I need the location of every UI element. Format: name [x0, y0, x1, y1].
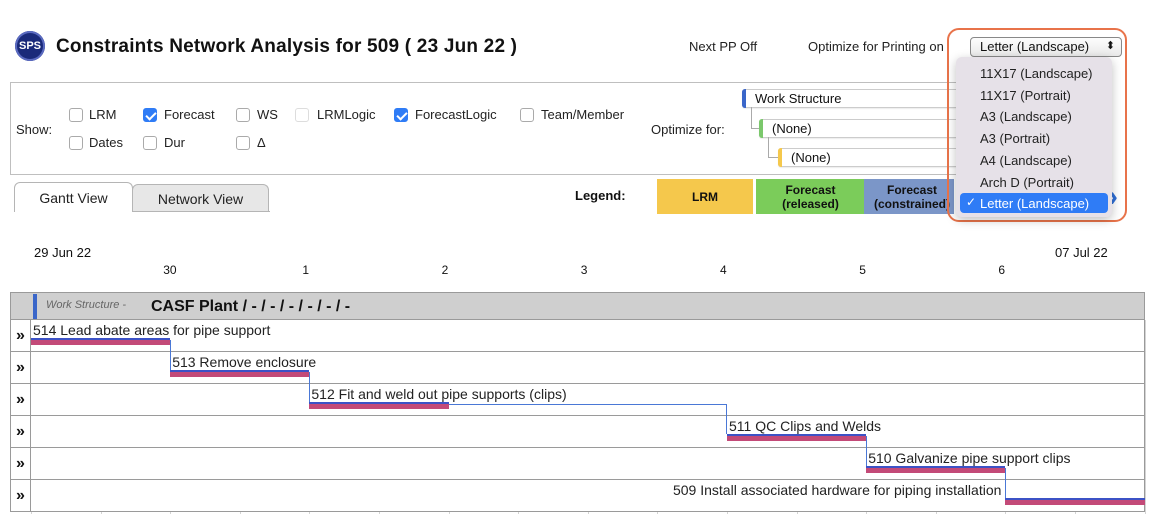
task-label: 511 QC Clips and Welds	[729, 418, 881, 434]
optimize-select-3[interactable]: (None)	[778, 148, 967, 167]
optimize-printing-label: Optimize for Printing on	[808, 39, 944, 54]
dropdown-option-label: A4 (Landscape)	[980, 152, 1072, 168]
sps-logo: SPS	[15, 31, 45, 61]
timeline-tick: 6	[998, 263, 1006, 277]
dependency-connector	[1005, 468, 1007, 498]
dropdown-option[interactable]: Arch D (Portrait)	[960, 172, 1108, 192]
checkbox-forecastlogic-label: ForecastLogic	[415, 107, 497, 122]
checkbox-delta-label: Δ	[257, 135, 266, 150]
legend-forecast-constrained-label: Forecast (constrained)	[874, 182, 951, 211]
timeline-tick: 2	[441, 263, 449, 277]
dropdown-option[interactable]: 11X17 (Portrait)	[960, 85, 1108, 105]
optimize-select-1[interactable]: Work Structure	[742, 89, 967, 108]
dropdown-option[interactable]: A3 (Portrait)	[960, 128, 1108, 148]
optimize-color-bar	[759, 119, 763, 138]
checkbox-lrmlogic-label: LRMLogic	[317, 107, 376, 122]
task-bar[interactable]	[727, 434, 867, 441]
dropdown-option-label: A3 (Landscape)	[980, 109, 1072, 125]
work-structure-name: CASF Plant / - / - / - / - / - / -	[151, 298, 351, 315]
page-title: Constraints Network Analysis for 509 ( 2…	[56, 36, 518, 57]
checkbox-dates-label: Dates	[89, 135, 123, 150]
optimize-color-bar	[742, 89, 746, 108]
task-label: 509 Install associated hardware for pipi…	[672, 482, 1002, 498]
checkbox-lrm[interactable]	[69, 108, 83, 122]
legend-label: Legend:	[575, 188, 626, 203]
checkbox-team-member[interactable]	[520, 108, 534, 122]
show-options-panel: Show: LRM Forecast WS LRMLogic ForecastL…	[10, 82, 970, 175]
expand-icon[interactable]: »	[11, 384, 31, 415]
dropdown-option-label: 11X17 (Landscape)	[980, 66, 1093, 81]
print-format-dropdown-menu: 11X17 (Landscape) 11X17 (Portrait) A3 (Lan…	[956, 57, 1112, 217]
timeline-start-date: 29 Jun 22	[34, 245, 92, 260]
checkbox-dur-label: Dur	[164, 135, 185, 150]
legend-forecast-constrained: Forecast (constrained)	[864, 179, 954, 214]
expand-icon[interactable]: »	[11, 320, 31, 351]
tab-divider	[132, 211, 270, 212]
dropdown-option-label: A3 (Portrait)	[980, 131, 1051, 147]
task-label: 510 Galvanize pipe support clips	[868, 450, 1071, 466]
dropdown-option-label: Arch D (Portrait)	[980, 174, 1074, 190]
checkbox-forecast-label: Forecast	[164, 107, 215, 122]
task-bar[interactable]	[31, 338, 171, 345]
expand-icon[interactable]: »	[11, 352, 31, 383]
timeline-end-date: 07 Jul 22	[1055, 245, 1108, 260]
checkbox-forecast[interactable]	[143, 108, 157, 122]
dropdown-option-label: Letter (Landscape)	[980, 196, 1090, 212]
dependency-connector	[170, 340, 172, 370]
expand-icon[interactable]: »	[11, 416, 31, 447]
legend-lrm-label: LRM	[692, 189, 718, 204]
show-label: Show:	[16, 122, 53, 137]
dropdown-option[interactable]: A4 (Landscape)	[960, 150, 1108, 170]
checkbox-ws-label: WS	[257, 107, 278, 122]
task-label: 514 Lead abate areas for pipe support	[33, 322, 271, 338]
optimize-select-2-label: (None)	[772, 121, 812, 136]
timeline-tick: 4	[720, 263, 727, 277]
work-structure-prefix: Work Structure -	[46, 299, 127, 311]
timeline-tick: 3	[580, 263, 588, 277]
task-label: 512 Fit and weld out pipe supports (clip…	[311, 386, 567, 402]
dropdown-option[interactable]: A3 (Landscape)	[960, 106, 1108, 126]
gantt-chart: Work Structure - CASF Plant / - / - / - …	[10, 292, 1146, 517]
optimize-connector	[751, 107, 759, 129]
optimize-select-2[interactable]: (None)	[759, 119, 967, 138]
tab-network-view[interactable]: Network View	[132, 184, 269, 212]
task-bar[interactable]	[1005, 498, 1145, 505]
checkbox-dates[interactable]	[69, 136, 83, 150]
legend-lrm: LRM	[657, 179, 753, 214]
dropdown-option[interactable]: 11X17 (Landscape)	[960, 63, 1108, 83]
optimize-for-label: Optimize for:	[651, 122, 725, 137]
tab-gantt-view[interactable]: Gantt View	[14, 182, 133, 212]
timeline-tick: 1	[302, 263, 310, 277]
timeline-tick: 30	[163, 263, 177, 277]
optimize-select-3-label: (None)	[791, 150, 831, 165]
task-bar[interactable]	[866, 466, 1006, 473]
next-pp-toggle[interactable]: Next PP Off	[689, 39, 757, 54]
optimize-select-1-label: Work Structure	[755, 91, 842, 106]
task-label: 513 Remove enclosure	[172, 354, 317, 370]
checkbox-delta[interactable]	[236, 136, 250, 150]
dropdown-option[interactable]: ✓ Letter (Landscape)	[960, 193, 1108, 214]
task-bar[interactable]	[170, 370, 310, 377]
checkbox-lrmlogic[interactable]	[295, 108, 309, 122]
expand-icon[interactable]: »	[11, 448, 31, 479]
timeline-tick: 5	[859, 263, 866, 277]
optimize-color-bar	[778, 148, 782, 167]
expand-icon[interactable]: »	[11, 480, 31, 511]
checkbox-lrm-label: LRM	[89, 107, 117, 122]
dependency-connector	[448, 404, 727, 434]
checkbox-team-member-label: Team/Member	[541, 107, 625, 122]
checkbox-ws[interactable]	[236, 108, 250, 122]
task-bar[interactable]	[309, 402, 449, 409]
dependency-connector	[309, 372, 311, 402]
dependency-connector	[866, 436, 868, 466]
legend-forecast-released: Forecast (released)	[756, 179, 865, 214]
work-structure-row[interactable]: Work Structure - CASF Plant / - / - / - …	[10, 292, 1145, 320]
legend-forecast-released-label: Forecast (released)	[782, 182, 839, 211]
dropdown-option-label: 11X17 (Portrait)	[980, 87, 1071, 103]
work-structure-color-bar	[33, 294, 37, 319]
checkbox-forecastlogic[interactable]	[394, 108, 408, 122]
optimize-connector	[768, 137, 778, 158]
checkbox-dur[interactable]	[143, 136, 157, 150]
checkmark-icon: ✓	[966, 195, 977, 210]
